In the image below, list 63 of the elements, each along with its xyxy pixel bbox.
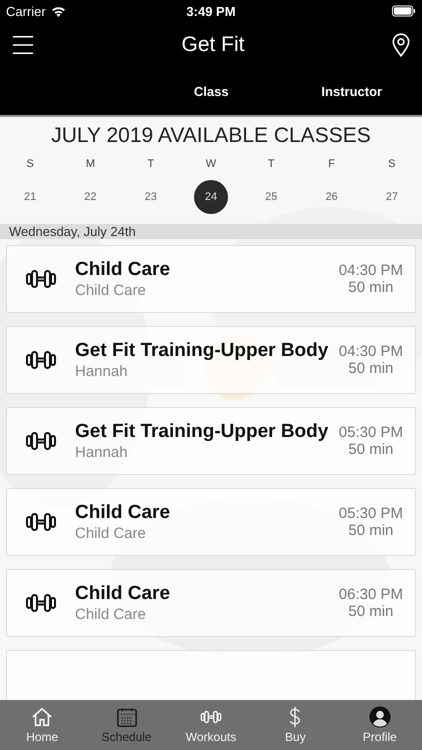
- dumbbell-icon: [25, 268, 57, 290]
- tab[interactable]: Class: [194, 84, 229, 99]
- dumbbell-icon: [25, 592, 57, 614]
- dumbbell-icon: [25, 511, 57, 533]
- weekday-label: T: [146, 158, 156, 170]
- instructor-name: Hannah: [75, 363, 129, 380]
- weekday-label: W: [204, 158, 218, 170]
- class-name: Child Care: [75, 259, 172, 281]
- tab-bar-item[interactable]: Workouts: [168, 700, 254, 750]
- class-time: 05:30 PM: [338, 424, 403, 441]
- class-time: 04:30 PM: [338, 262, 403, 279]
- class-time: 04:30 PM: [338, 343, 403, 360]
- weekday-label: F: [327, 158, 336, 170]
- calendar-date[interactable]: 25: [254, 180, 288, 214]
- tab-bar-item[interactable]: Buy: [253, 700, 338, 750]
- class-duration: 50 min: [348, 522, 394, 539]
- class-duration: 50 min: [348, 603, 394, 620]
- class-time: 05:30 PM: [338, 505, 403, 522]
- instructor-name: Hannah: [75, 444, 129, 461]
- class-card[interactable]: Child Care Child Care 06:30 PM 50 min: [6, 569, 416, 637]
- tab[interactable]: Instructor: [321, 84, 382, 99]
- instructor-name: Child Care: [75, 606, 147, 623]
- date-heading: Wednesday, July 24th: [9, 224, 136, 239]
- class-card[interactable]: Child Care Child Care 04:30 PM 50 min: [6, 245, 416, 313]
- calendar-icon: [116, 706, 138, 728]
- class-card[interactable]: Get Fit Training-Upper Body Hannah 04:30 PM 50 min: [6, 326, 416, 394]
- status-time: 3:49 PM: [186, 4, 236, 18]
- class-name: Get Fit Training-Upper Body: [75, 421, 330, 443]
- weekday-label: M: [84, 158, 96, 170]
- profile-avatar-icon: [368, 706, 391, 728]
- calendar-date[interactable]: 21: [13, 180, 48, 214]
- carrier-label: Carrier: [6, 4, 46, 18]
- class-duration: 50 min: [348, 279, 394, 296]
- class-card[interactable]: Get Fit Training-Upper Body Hannah 05:30 PM 50 min: [6, 407, 416, 475]
- menu-icon[interactable]: [12, 34, 34, 56]
- tab-bar-item[interactable]: Profile: [338, 700, 422, 750]
- tab-bar-item[interactable]: Home: [0, 700, 84, 750]
- calendar-title: JULY 2019 AVAILABLE CLASSES: [50, 124, 372, 148]
- calendar-date[interactable]: 26: [314, 180, 349, 214]
- app-title: Get Fit: [181, 33, 244, 57]
- calendar-date[interactable]: 23: [134, 180, 168, 214]
- weekday-label: T: [266, 158, 276, 170]
- class-duration: 50 min: [348, 441, 394, 458]
- class-name: Child Care: [75, 502, 172, 524]
- class-name: Child Care: [75, 583, 172, 605]
- home-icon: [31, 706, 54, 728]
- calendar-date[interactable]: 22: [73, 180, 108, 214]
- class-name: Get Fit Training-Upper Body: [75, 340, 330, 362]
- instructor-name: Child Care: [75, 282, 147, 299]
- instructor-name: Child Care: [75, 525, 147, 542]
- class-duration: 50 min: [348, 360, 394, 377]
- location-pin-icon[interactable]: [392, 33, 410, 57]
- dumbbell-icon: [25, 349, 57, 371]
- tab-bar-item[interactable]: Schedule: [84, 700, 169, 750]
- weekday-label: S: [387, 158, 397, 170]
- class-time: 06:30 PM: [338, 586, 403, 603]
- dollar-icon: [288, 706, 302, 728]
- battery-icon: [392, 5, 416, 17]
- class-card[interactable]: Child Care Child Care 05:30 PM 50 min: [6, 488, 416, 556]
- wifi-icon: [50, 6, 66, 16]
- dumbbell-icon: [25, 430, 57, 452]
- weekday-label: S: [25, 158, 35, 170]
- calendar-date[interactable]: 27: [374, 180, 409, 214]
